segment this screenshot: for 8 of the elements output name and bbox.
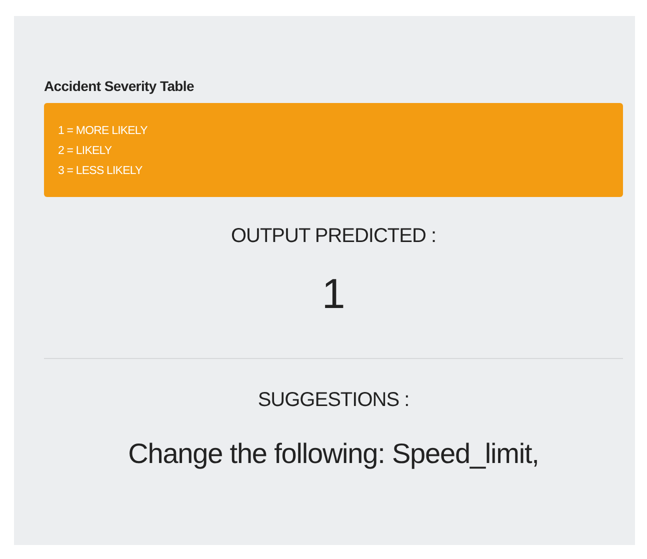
severity-line: 1 = MORE LIKELY	[58, 125, 148, 137]
table-title: Accident Severity Table	[44, 77, 196, 96]
severity-line: 2 = LIKELY	[58, 145, 112, 157]
suggestions-label: SUGGESTIONS :	[258, 388, 410, 413]
output-value: 1	[322, 273, 346, 315]
output-label: OUTPUT PREDICTED :	[230, 224, 436, 249]
suggestion-text: Change the following: Speed_limit,	[128, 437, 539, 471]
severity-line: 3 = LESS LIKELY	[58, 165, 142, 177]
